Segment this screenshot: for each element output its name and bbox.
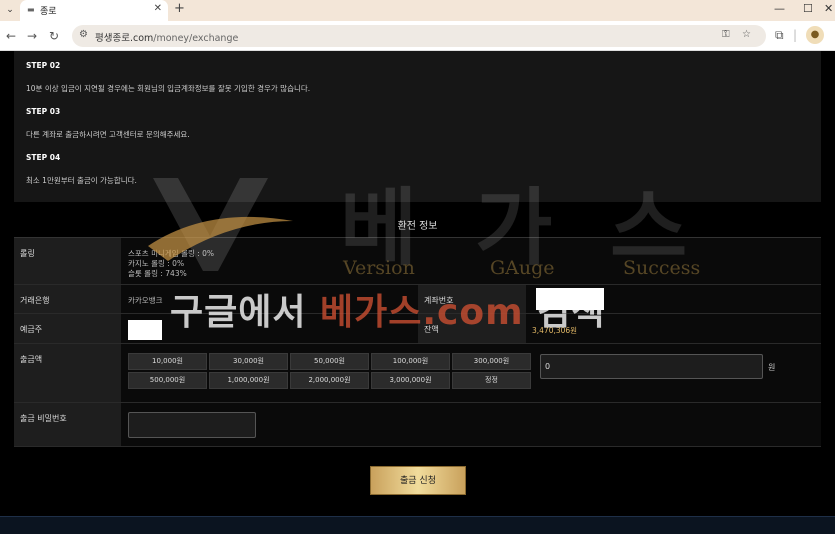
page-content: STEP 02 10분 이상 입금이 지연될 경우에는 회원님의 입금계좌정보를… [0, 51, 835, 534]
tab-search-icon[interactable]: ⌄ [2, 2, 18, 18]
url-host: 평생종로.com [95, 33, 154, 44]
password-row: 출금 비밀번호 [14, 403, 821, 447]
watermark-search-brand: 베가스.com [320, 292, 524, 333]
tab-strip: ⌄ ▬ 종로 ✕ + — ☐ ✕ [0, 0, 835, 21]
tab-title: 종로 [40, 7, 57, 17]
amount-label: 출금액 [20, 355, 43, 364]
amount-button-50000[interactable]: 50,000원 [290, 353, 369, 370]
watermark-search-text: 구글에서 베가스.com 검색 [170, 283, 605, 335]
rolling-label-cell: 롤링 [14, 238, 121, 284]
amount-button-10000[interactable]: 10,000원 [128, 353, 207, 370]
step-text: 다른 계좌로 출금하시려면 고객센터로 문의해주세요. [26, 130, 190, 139]
minimize-icon[interactable]: — [774, 2, 785, 15]
vegas-logo-watermark [148, 178, 293, 271]
bank-value: 카카오뱅크 [128, 296, 163, 305]
close-window-icon[interactable]: ✕ [824, 2, 833, 15]
extensions-icon[interactable]: ⧉ [775, 28, 784, 43]
amount-button-30000[interactable]: 30,000원 [209, 353, 288, 370]
close-tab-icon[interactable]: ✕ [154, 3, 162, 14]
amount-row: 출금액 10,000원 30,000원 50,000원 100,000원 300… [14, 344, 821, 403]
footer-strip [0, 516, 835, 534]
watermark-search-suffix: 검색 [523, 292, 606, 333]
amount-button-100000[interactable]: 100,000원 [371, 353, 450, 370]
step-label: STEP 04 [26, 153, 61, 162]
amount-button-3000000[interactable]: 3,000,000원 [371, 372, 450, 389]
holder-label: 예금주 [20, 325, 43, 334]
watermark-sub: Success [623, 257, 701, 279]
bookmark-star-icon[interactable]: ☆ [742, 29, 751, 40]
favicon-icon: ▬ [27, 5, 35, 14]
url-path: /money/exchange [153, 33, 239, 44]
divider: | [793, 28, 798, 42]
amount-button-1000000[interactable]: 1,000,000원 [209, 372, 288, 389]
amount-reset-button[interactable]: 정정 [452, 372, 531, 389]
back-icon[interactable]: ← [6, 29, 16, 43]
step-text: 최소 1만원부터 출금이 가능합니다. [26, 176, 137, 185]
watermark-search-prefix: 구글에서 [170, 292, 321, 333]
amount-button-2000000[interactable]: 2,000,000원 [290, 372, 369, 389]
password-label-cell: 출금 비밀번호 [14, 403, 121, 446]
site-info-icon[interactable]: ⚙ [79, 29, 88, 40]
watermark-sub: Version [343, 257, 415, 279]
password-label: 출금 비밀번호 [20, 414, 67, 423]
amount-button-500000[interactable]: 500,000원 [128, 372, 207, 389]
step-text: 10분 이상 입금이 지연될 경우에는 회원님의 입금계좌정보를 잘못 기입한 … [26, 84, 311, 93]
password-key-icon[interactable]: ⚿ [722, 29, 730, 40]
bank-label: 거래은행 [20, 296, 50, 305]
step-label: STEP 03 [26, 107, 61, 116]
holder-label-cell: 예금주 [14, 314, 121, 343]
rolling-label: 롤링 [20, 249, 35, 258]
bank-label-cell: 거래은행 [14, 285, 121, 313]
watermark-sub: GAuge [490, 257, 555, 279]
amount-label-cell: 출금액 [14, 344, 121, 402]
amount-unit: 원 [768, 363, 776, 372]
browser-toolbar: ← → ↻ ⚙ 평생종로.com/money/exchange ⚿ ☆ ⧉ | … [0, 21, 835, 51]
address-bar[interactable]: ⚙ 평생종로.com/money/exchange ⚿ ☆ [72, 25, 766, 47]
active-tab[interactable]: ▬ 종로 ✕ [20, 0, 168, 21]
profile-avatar[interactable]: ● [806, 26, 824, 44]
holder-redaction [128, 320, 162, 340]
withdraw-password-input[interactable] [128, 412, 256, 438]
reload-icon[interactable]: ↻ [49, 29, 59, 43]
amount-button-300000[interactable]: 300,000원 [452, 353, 531, 370]
amount-input[interactable]: 0 [540, 354, 763, 379]
maximize-icon[interactable]: ☐ [803, 2, 813, 15]
withdraw-submit-button[interactable]: 출금 신청 [370, 466, 466, 495]
url-text: 평생종로.com/money/exchange [95, 30, 238, 44]
step-label: STEP 02 [26, 61, 61, 70]
new-tab-icon[interactable]: + [174, 1, 185, 16]
forward-icon[interactable]: → [27, 29, 37, 43]
